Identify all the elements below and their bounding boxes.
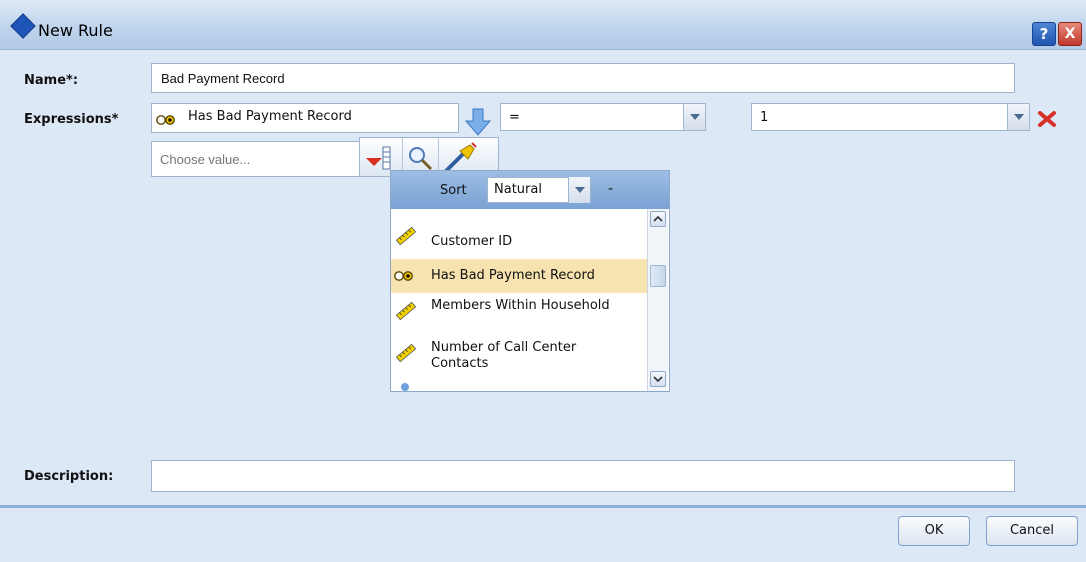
field-value: Has Bad Payment Record <box>188 109 352 124</box>
name-label: Name*: <box>24 73 79 88</box>
list-item-label: Number of Call Center Contacts <box>431 340 577 371</box>
operator-value: = <box>509 110 520 125</box>
popup-scrollbar[interactable] <box>647 209 668 391</box>
flag-field-icon <box>393 269 415 287</box>
ruler-icon <box>395 226 417 250</box>
sort-select[interactable]: Natural <box>487 177 591 203</box>
ruler-icon <box>395 301 417 325</box>
scroll-up-icon[interactable] <box>650 211 666 227</box>
operator-select[interactable]: = <box>500 103 706 131</box>
collapse-dash[interactable]: - <box>608 181 613 197</box>
name-input[interactable] <box>151 63 1015 93</box>
footer-separator <box>0 505 1086 508</box>
sort-label: Sort <box>440 183 467 198</box>
list-item[interactable]: Customer ID <box>391 224 647 256</box>
insert-field-arrow-icon[interactable] <box>464 107 492 141</box>
sort-value: Natural <box>494 182 542 197</box>
list-item[interactable]: Members Within Household <box>391 295 647 333</box>
list-item-selected[interactable]: Has Bad Payment Record <box>391 259 647 293</box>
description-input[interactable] <box>151 460 1015 492</box>
value-select[interactable]: 1 <box>751 103 1030 131</box>
field-selector[interactable]: Has Bad Payment Record <box>151 103 459 133</box>
operator-dropdown-icon[interactable] <box>683 104 705 130</box>
cancel-button[interactable]: Cancel <box>986 516 1078 546</box>
list-item-label: Has Bad Payment Record <box>431 268 595 283</box>
scroll-down-icon[interactable] <box>650 371 666 387</box>
sort-dropdown-icon[interactable] <box>568 177 590 203</box>
scroll-thumb[interactable] <box>650 265 666 287</box>
help-button[interactable]: ? <box>1032 22 1056 46</box>
field-picker-popup: Sort Natural - Customer ID Has Bad Payme… <box>390 170 670 392</box>
ruler-icon <box>395 343 417 367</box>
flag-field-icon <box>155 112 177 130</box>
ok-button[interactable]: OK <box>898 516 970 546</box>
list-item-label: Members Within Household <box>431 298 610 313</box>
value-value: 1 <box>760 110 769 125</box>
value-dropdown-icon[interactable] <box>1007 104 1029 130</box>
expressions-label: Expressions* <box>24 112 119 127</box>
close-button[interactable]: X <box>1058 22 1082 46</box>
title-bar: New Rule ? X <box>0 0 1086 50</box>
description-label: Description: <box>24 469 114 484</box>
popup-header: Sort Natural - <box>391 171 669 209</box>
dialog-title: New Rule <box>38 21 113 40</box>
list-item-label: Customer ID <box>431 234 513 249</box>
choose-value-input[interactable] <box>151 141 363 177</box>
delete-expression-icon[interactable] <box>1037 110 1057 132</box>
list-item[interactable]: Number of Call Center Contacts <box>391 337 647 375</box>
app-diamond-icon <box>10 13 36 39</box>
set-field-icon <box>401 383 409 391</box>
